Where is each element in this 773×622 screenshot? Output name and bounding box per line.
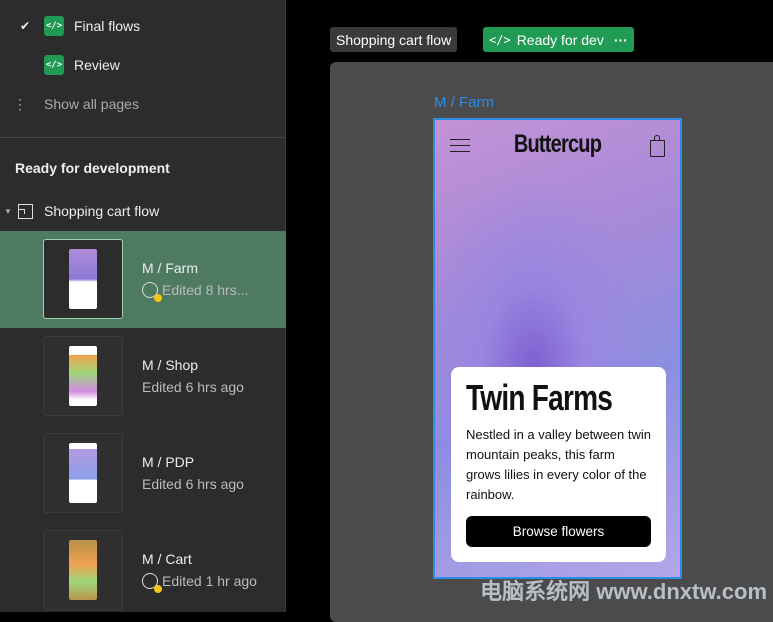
frame-edited: Edited 8 hrs... bbox=[162, 282, 249, 298]
frame-name: M / Shop bbox=[142, 357, 199, 373]
dev-mode-icon: </> bbox=[44, 16, 64, 36]
status-label: Ready for dev bbox=[516, 31, 604, 48]
flow-icon bbox=[18, 203, 33, 219]
more-vertical-icon: ⋮ bbox=[13, 95, 27, 112]
status-tag[interactable]: </> Ready for dev ··· bbox=[483, 27, 634, 52]
frame-item-cart[interactable]: M / Cart Edited 1 hr ago bbox=[0, 522, 286, 619]
page-label: Review bbox=[74, 57, 120, 73]
frame-name: M / Cart bbox=[142, 551, 192, 567]
frame-item-shop[interactable]: M / Shop Edited 6 hrs ago bbox=[0, 328, 286, 425]
frame-edited: Edited 6 hrs ago bbox=[142, 476, 244, 492]
flow-name: Shopping cart flow bbox=[44, 203, 160, 219]
frame-item-farm[interactable]: M / Farm Edited 8 hrs... bbox=[0, 231, 286, 328]
more-icon[interactable]: ··· bbox=[614, 32, 628, 48]
frame-edited: Edited 6 hrs ago bbox=[142, 379, 244, 395]
frame-thumbnail bbox=[43, 530, 123, 610]
caret-down-icon[interactable]: ▼ bbox=[0, 207, 16, 216]
brand-logo: Buttercup bbox=[513, 130, 602, 158]
watermark: 电脑系统网 www.dnxtw.com bbox=[480, 579, 767, 604]
page-item-review[interactable]: </> Review bbox=[0, 55, 286, 75]
hero-card: Twin Farms Nestled in a valley between t… bbox=[451, 367, 666, 562]
sidebar: ✔ </> Final flows </> Review ⋮ Show all … bbox=[0, 0, 286, 612]
body-text: Nestled in a valley between twin mountai… bbox=[466, 427, 651, 502]
section-title: Ready for development bbox=[15, 160, 170, 176]
check-icon: ✔ bbox=[19, 19, 31, 33]
frame-thumbnail bbox=[43, 239, 123, 319]
browse-flowers-button[interactable]: Browse flowers bbox=[466, 516, 651, 547]
shopping-bag-icon bbox=[650, 135, 665, 157]
show-all-pages[interactable]: ⋮ Show all pages bbox=[0, 94, 286, 114]
phone-frame[interactable]: Buttercup Twin Farms Nestled in a valley… bbox=[433, 118, 682, 579]
show-all-label: Show all pages bbox=[44, 96, 139, 112]
frame-name: M / Farm bbox=[142, 260, 198, 276]
history-icon bbox=[142, 573, 162, 593]
flow-item[interactable]: ▼ Shopping cart flow bbox=[0, 201, 286, 221]
history-icon bbox=[142, 282, 162, 302]
page-label: Final flows bbox=[74, 18, 141, 34]
dev-mode-icon: </> bbox=[489, 32, 511, 47]
frame-label[interactable]: M / Farm bbox=[434, 94, 494, 111]
headline: Twin Farms bbox=[466, 377, 613, 418]
frame-thumbnail bbox=[43, 336, 123, 416]
page-item-final-flows[interactable]: ✔ </> Final flows bbox=[0, 16, 286, 36]
frame-edited: Edited 1 hr ago bbox=[162, 573, 257, 589]
frame-thumbnail bbox=[43, 433, 123, 513]
dev-mode-icon: </> bbox=[44, 55, 64, 75]
divider bbox=[0, 137, 286, 138]
frame-name: M / PDP bbox=[142, 454, 195, 470]
frame-item-pdp[interactable]: M / PDP Edited 6 hrs ago bbox=[0, 425, 286, 522]
flow-tag[interactable]: Shopping cart flow bbox=[330, 27, 458, 52]
